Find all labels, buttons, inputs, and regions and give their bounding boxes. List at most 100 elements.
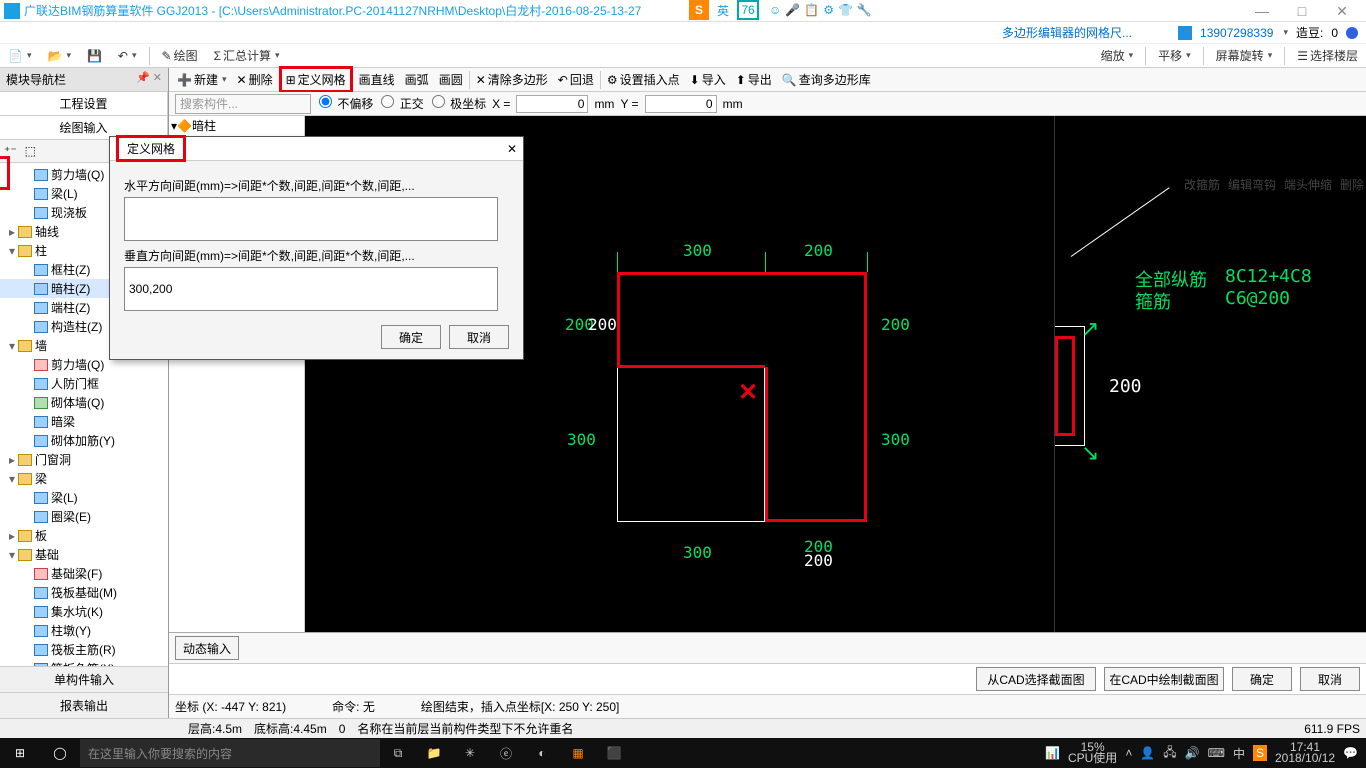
- save-icon[interactable]: 💾: [83, 49, 106, 63]
- define-grid-modal: 定义网格 ✕ 水平方向间距(mm)=>间距*个数,间距,间距*个数,间距,...…: [109, 136, 524, 360]
- rebar-dim-200: 200: [1109, 376, 1142, 397]
- close-button[interactable]: ✕: [1322, 1, 1362, 21]
- dim-top-200: 200: [804, 241, 833, 260]
- undo-icon[interactable]: ↶▾: [114, 49, 141, 63]
- footer-cancel-button[interactable]: 取消: [1300, 667, 1360, 691]
- taskbar-app-4[interactable]: ▦: [560, 738, 596, 768]
- maximize-button[interactable]: □: [1282, 1, 1322, 21]
- command-readout: 命令: 无: [332, 698, 375, 715]
- bottom-height: 底标高:4.45m: [254, 720, 327, 737]
- horiz-spacing-input[interactable]: [124, 197, 498, 241]
- offset-none-radio[interactable]: 不偏移: [317, 95, 373, 112]
- single-component-input[interactable]: 单构件输入: [0, 666, 168, 692]
- taskbar-edge-icon[interactable]: ⓔ: [488, 738, 524, 768]
- pin-icon[interactable]: 📌 ✕: [136, 71, 162, 88]
- account-number[interactable]: 13907298339: [1200, 26, 1273, 40]
- modal-ok-button[interactable]: 确定: [381, 325, 441, 349]
- red-rect-top: [617, 272, 867, 367]
- status-zero: 0: [339, 722, 346, 736]
- dynamic-input-button[interactable]: 动态输入: [175, 636, 239, 660]
- name-error-text: 名称在当前层当前构件类型下不允许重名: [357, 720, 573, 737]
- fps-counter: 611.9 FPS: [1304, 722, 1360, 736]
- tray-graph-icon[interactable]: 📊: [1045, 746, 1060, 760]
- tray-network-icon[interactable]: 🖧: [1163, 743, 1176, 764]
- query-library-button[interactable]: 🔍 查询多边形库: [778, 71, 875, 88]
- polar-radio[interactable]: 极坐标: [430, 95, 486, 112]
- polygon-grid-info: 多边形编辑器的网格尺...: [1002, 24, 1132, 41]
- rotate-menu[interactable]: 屏幕旋转▾: [1212, 47, 1277, 64]
- start-button[interactable]: ⊞: [0, 738, 40, 768]
- clock[interactable]: 17:412018/10/12: [1275, 742, 1335, 764]
- task-view-icon[interactable]: ⧉: [380, 738, 416, 768]
- horiz-label: 水平方向间距(mm)=>间距*个数,间距,间距*个数,间距,...: [124, 177, 509, 194]
- ime-num-icon: 76: [737, 0, 759, 20]
- highlight-box-sidebar: [0, 156, 10, 190]
- clear-polygon-button[interactable]: ✕ 清除多边形: [472, 71, 552, 88]
- taskbar-app-5[interactable]: ⬛: [596, 738, 632, 768]
- account-dropdown-icon[interactable]: ▾: [1283, 27, 1288, 38]
- account-icon: [1178, 26, 1192, 40]
- y-label: Y =: [620, 97, 638, 111]
- tab-project-settings[interactable]: 工程设置: [0, 92, 168, 115]
- delete-button[interactable]: ✕ 删除: [233, 71, 277, 88]
- export-button[interactable]: ⬆ 导出: [732, 71, 776, 88]
- undo-step-button[interactable]: ↶ 回退: [554, 71, 598, 88]
- tray-keyboard-icon[interactable]: ⌨: [1208, 746, 1225, 760]
- search-component-input[interactable]: 搜索构件...: [175, 94, 311, 114]
- tray-sogou-icon[interactable]: S: [1253, 745, 1267, 761]
- taskbar-app-3[interactable]: ◐: [524, 738, 560, 768]
- zoom-menu[interactable]: 缩放▾: [1097, 47, 1138, 64]
- report-output[interactable]: 报表输出: [0, 692, 168, 718]
- set-insert-point-button[interactable]: ⚙ 设置插入点: [603, 71, 684, 88]
- ortho-radio[interactable]: 正交: [379, 95, 423, 112]
- draw-arc-button[interactable]: 画弧: [401, 71, 433, 88]
- taskbar-app-2[interactable]: ✳: [452, 738, 488, 768]
- cortana-icon[interactable]: ◯: [40, 738, 80, 768]
- footer-ok-button[interactable]: 确定: [1232, 667, 1292, 691]
- modal-title: 定义网格: [116, 135, 186, 162]
- rebar-label-2: 箍筋: [1135, 288, 1171, 314]
- vert-spacing-input[interactable]: [124, 267, 498, 311]
- pan-menu[interactable]: 平移▾: [1154, 47, 1195, 64]
- cpu-usage: 15%CPU使用: [1068, 742, 1117, 764]
- red-rect-right: [765, 367, 867, 522]
- in-cad-draw-button[interactable]: 在CAD中绘制截面图: [1104, 667, 1224, 691]
- end-extend[interactable]: 端头伸缩: [1284, 176, 1332, 193]
- taskbar-search[interactable]: 在这里输入你要搜索的内容: [80, 739, 380, 767]
- edit-hook[interactable]: 编辑弯钩: [1228, 176, 1276, 193]
- draw-line-button[interactable]: 画直线: [355, 71, 399, 88]
- minimize-button[interactable]: —: [1242, 1, 1282, 21]
- from-cad-select-button[interactable]: 从CAD选择截面图: [976, 667, 1096, 691]
- taskbar-app-1[interactable]: 📁: [416, 738, 452, 768]
- define-grid-button[interactable]: ⊞ 定义网格: [279, 66, 353, 93]
- delete-rebar[interactable]: 删除: [1340, 176, 1364, 193]
- ime-toolbar-icons[interactable]: ☺🎤📋⚙👕🔧: [767, 3, 874, 17]
- y-input[interactable]: [645, 95, 717, 113]
- tree-collapse-icon[interactable]: ⬚: [25, 144, 36, 158]
- dim-top-300: 300: [683, 241, 712, 260]
- notification-icon[interactable]: 💬: [1343, 746, 1358, 760]
- sum-calc[interactable]: Σ 汇总计算▾: [210, 47, 284, 64]
- select-floor[interactable]: ☰ 选择楼层: [1293, 47, 1362, 64]
- rebar-edit-toolbar[interactable]: 改箍筋 编辑弯钩 端头伸缩 删除: [1184, 176, 1364, 193]
- tray-people-icon[interactable]: 👤: [1140, 746, 1155, 760]
- dim-right-200: 200: [881, 315, 910, 334]
- ime-overlay: S 英 76 ☺🎤📋⚙👕🔧: [689, 0, 874, 20]
- draw-tool[interactable]: ✎ 绘图: [158, 47, 202, 64]
- open-file-icon[interactable]: 📂▾: [43, 49, 74, 63]
- red-seg: [617, 365, 765, 368]
- modal-close-button[interactable]: ✕: [507, 142, 517, 156]
- x-input[interactable]: [516, 95, 588, 113]
- draw-circle-button[interactable]: 画圆: [435, 71, 467, 88]
- tray-ime-lang[interactable]: 中: [1233, 745, 1245, 762]
- x-label: X =: [492, 97, 510, 111]
- modal-cancel-button[interactable]: 取消: [449, 325, 509, 349]
- tray-chevron-icon[interactable]: ˄: [1125, 746, 1132, 760]
- import-button[interactable]: ⬇ 导入: [686, 71, 730, 88]
- app-title: 广联达BIM钢筋算量软件 GGJ2013 - [C:\Users\Adminis…: [24, 2, 641, 19]
- new-button[interactable]: ➕ 新建▾: [173, 71, 231, 88]
- tray-volume-icon[interactable]: 🔊: [1185, 746, 1200, 760]
- new-file-icon[interactable]: 📄▾: [4, 49, 35, 63]
- ime-mode[interactable]: 英: [717, 2, 729, 19]
- edit-stirrup[interactable]: 改箍筋: [1184, 176, 1220, 193]
